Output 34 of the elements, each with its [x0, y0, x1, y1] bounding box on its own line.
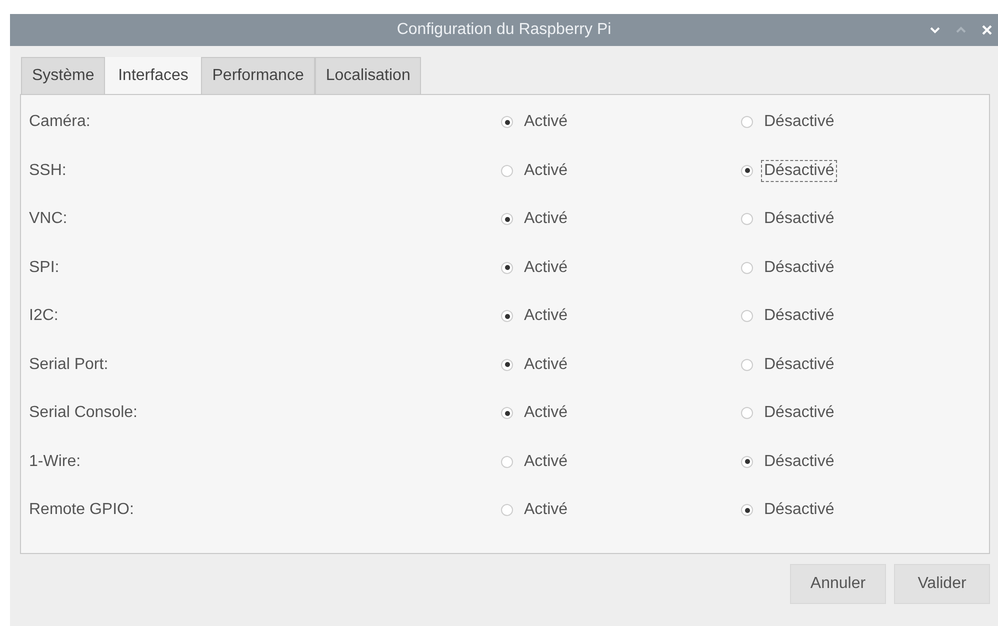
radio-option[interactable]: Activé — [501, 354, 571, 376]
tab[interactable]: Localisation — [314, 57, 422, 94]
setting-label: SPI: — [28, 258, 60, 277]
radio-option[interactable]: Désactivé — [741, 354, 838, 376]
radio-option[interactable]: Activé — [501, 450, 571, 473]
radio-option[interactable]: Activé — [501, 111, 571, 134]
tab[interactable]: Performance — [201, 57, 315, 94]
radio-option[interactable]: Activé — [501, 160, 571, 182]
setting-label: Serial Console: — [28, 404, 138, 422]
window-title: Configuration du Raspberry Pi — [396, 21, 612, 39]
close-icon[interactable] — [980, 23, 994, 37]
setting-label: Remote GPIO: — [28, 501, 135, 520]
radio-option[interactable]: Activé — [501, 402, 571, 424]
radio-option[interactable]: Désactivé — [741, 305, 838, 328]
radio-option[interactable]: Activé — [501, 305, 571, 328]
radio-option[interactable]: Désactivé — [741, 402, 838, 424]
radio-option[interactable]: Désactivé — [741, 499, 838, 522]
tab[interactable]: Interfaces — [105, 57, 202, 94]
radio-option[interactable]: Désactivé — [741, 256, 838, 279]
radio-option[interactable]: Désactivé — [741, 450, 838, 473]
setting-label: Caméra: — [28, 113, 92, 132]
radio-option[interactable]: Désactivé — [741, 208, 838, 230]
setting-label: VNC: — [28, 210, 68, 228]
setting-label: Serial Port: — [28, 356, 110, 374]
setting-label: I2C: — [28, 307, 60, 326]
dialog-button[interactable]: Annuler — [790, 564, 886, 604]
radio-option[interactable]: Activé — [501, 256, 571, 279]
tab[interactable]: Système — [21, 57, 106, 94]
dialog-button[interactable]: Valider — [894, 564, 990, 604]
setting-label: SSH: — [28, 162, 68, 180]
radio-option[interactable]: Activé — [501, 499, 571, 522]
radio-option[interactable]: Activé — [501, 208, 571, 230]
setting-label: 1-Wire: — [28, 452, 82, 471]
radio-option[interactable]: Désactivé — [741, 111, 838, 134]
